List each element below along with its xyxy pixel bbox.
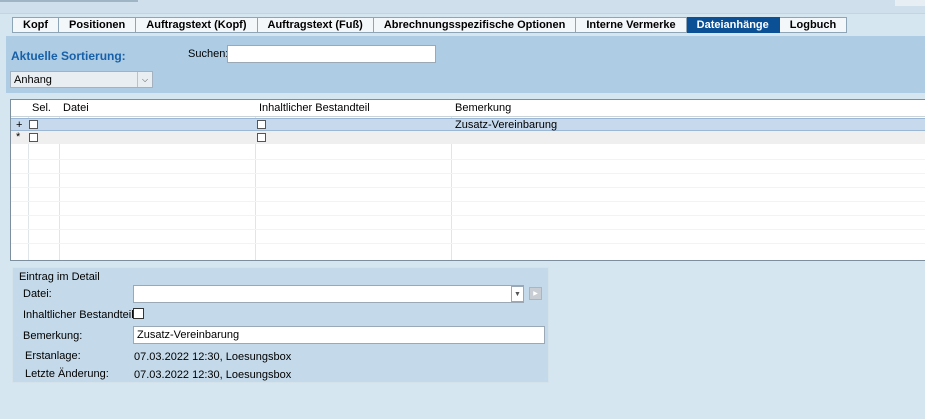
bemerkung-input[interactable] (133, 326, 545, 344)
grid-stripe (11, 159, 925, 160)
tab-positionen[interactable]: Positionen (59, 17, 137, 33)
table-row-new[interactable]: * (11, 131, 925, 144)
letzte-aenderung-value: 07.03.2022 12:30, Loesungsbox (134, 369, 292, 381)
attachments-grid: Sel. Datei Inhaltlicher Bestandteil Beme… (10, 99, 925, 261)
datei-input[interactable] (133, 285, 524, 303)
sort-select[interactable]: Anhang ⌵ (10, 71, 153, 88)
row-select-checkbox[interactable] (29, 133, 38, 142)
row-marker: + (16, 119, 23, 131)
inhaltlich-label: Inhaltlicher Bestandteil: (23, 309, 137, 321)
erstanlage-label: Erstanlage: (25, 350, 81, 362)
top-notch-right (895, 0, 925, 6)
search-input[interactable] (227, 45, 436, 63)
top-notch (0, 0, 138, 2)
grid-header: Sel. Datei Inhaltlicher Bestandteil Beme… (11, 100, 925, 117)
row-bemerkung: Zusatz-Vereinbarung (455, 119, 558, 131)
col-header-datei[interactable]: Datei (63, 102, 89, 114)
bemerkung-label: Bemerkung: (23, 330, 83, 342)
grid-stripe (11, 243, 925, 244)
col-header-bemerkung[interactable]: Bemerkung (455, 102, 511, 114)
tab-dateianhaenge[interactable]: Dateianhänge (686, 17, 780, 33)
sort-label: Aktuelle Sortierung: (11, 49, 126, 63)
row-select-checkbox[interactable] (29, 120, 38, 129)
table-row[interactable]: + Zusatz-Vereinbarung (11, 118, 925, 131)
chevron-down-icon[interactable]: ⌵ (137, 72, 152, 87)
header-panel: Aktuelle Sortierung: Suchen: Anhang ⌵ (6, 36, 925, 93)
datei-label: Datei: (23, 288, 52, 300)
chevron-down-icon[interactable]: ▼ (511, 286, 524, 302)
tab-interne-vermerke[interactable]: Interne Vermerke (576, 17, 687, 33)
tab-bar: Kopf Positionen Auftragstext (Kopf) Auft… (12, 17, 848, 33)
grid-stripe (11, 173, 925, 174)
detail-panel: Eintrag im Detail Datei: ▼ ▶ Inhaltliche… (12, 267, 549, 383)
row-inhaltlich-checkbox[interactable] (257, 120, 266, 129)
tab-abrechnungsspezifische-optionen[interactable]: Abrechnungsspezifische Optionen (373, 17, 577, 33)
inhaltlich-checkbox[interactable] (133, 308, 144, 319)
col-header-inhaltlicher-bestandteil[interactable]: Inhaltlicher Bestandteil (259, 102, 370, 114)
grid-stripe (11, 187, 925, 188)
search-label: Suchen: (188, 48, 229, 60)
tab-kopf[interactable]: Kopf (12, 17, 60, 33)
detail-title: Eintrag im Detail (19, 271, 100, 283)
letzte-aenderung-label: Letzte Änderung: (25, 368, 109, 380)
grid-stripe (11, 201, 925, 202)
sort-select-value: Anhang (14, 74, 52, 86)
tab-auftragstext-kopf[interactable]: Auftragstext (Kopf) (136, 17, 258, 33)
top-strip (0, 0, 925, 14)
grid-stripe (11, 229, 925, 230)
row-marker: * (16, 131, 21, 143)
grid-stripe (11, 215, 925, 216)
tab-logbuch[interactable]: Logbuch (779, 17, 848, 33)
erstanlage-value: 07.03.2022 12:30, Loesungsbox (134, 351, 292, 363)
col-header-sel[interactable]: Sel. (32, 102, 51, 114)
tab-auftragstext-fuss[interactable]: Auftragstext (Fuß) (257, 17, 374, 33)
attach-file-button[interactable]: ▶ (529, 287, 542, 300)
row-inhaltlich-checkbox[interactable] (257, 133, 266, 142)
